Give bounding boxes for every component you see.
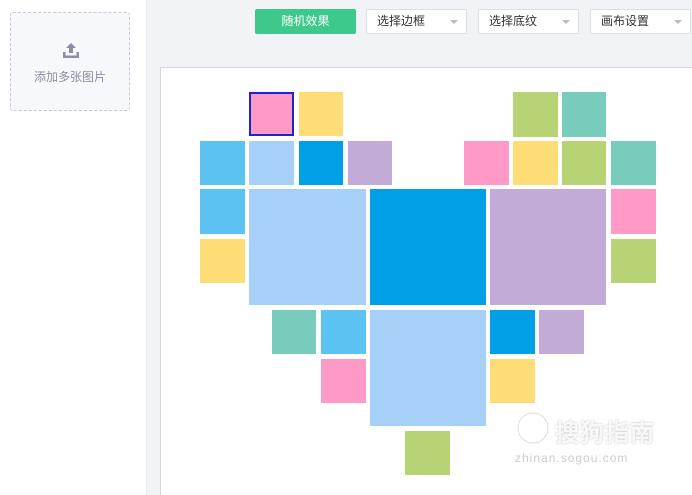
upload-icon — [63, 43, 79, 58]
collage-tile[interactable] — [539, 310, 584, 354]
collage-tile[interactable] — [562, 141, 606, 185]
chevron-down-icon — [450, 20, 458, 24]
collage-tile[interactable] — [370, 189, 486, 305]
border-select[interactable]: 选择边框 — [366, 9, 467, 34]
collage-canvas[interactable] — [160, 67, 692, 495]
collage-tile[interactable] — [348, 141, 392, 185]
main-area: 随机效果 选择边框 选择底纹 画布设置 — [147, 0, 692, 495]
canvas-settings-label: 画布设置 — [601, 14, 650, 28]
collage-tile[interactable] — [321, 310, 366, 354]
collage-tile[interactable] — [249, 92, 294, 136]
collage-tile[interactable] — [405, 431, 450, 475]
collage-tile[interactable] — [299, 141, 343, 185]
collage-tile[interactable] — [321, 359, 366, 403]
collage-tile[interactable] — [562, 92, 606, 137]
collage-tile[interactable] — [200, 189, 245, 234]
collage-tile[interactable] — [200, 141, 245, 185]
border-select-label: 选择边框 — [377, 14, 426, 28]
collage-tile[interactable] — [490, 189, 606, 305]
collage-tile[interactable] — [299, 92, 343, 136]
random-effect-button[interactable]: 随机效果 — [255, 9, 356, 34]
collage-tile[interactable] — [370, 310, 486, 426]
add-images-label: 添加多张图片 — [33, 70, 106, 84]
sidebar: 添加多张图片 — [0, 0, 146, 495]
chevron-down-icon — [674, 20, 682, 24]
collage-tile[interactable] — [249, 141, 294, 185]
collage-tile[interactable] — [490, 310, 535, 354]
canvas-settings-select[interactable]: 画布设置 — [590, 9, 691, 34]
collage-tile[interactable] — [200, 239, 245, 283]
collage-tile[interactable] — [611, 239, 656, 283]
texture-select-label: 选择底纹 — [489, 14, 538, 28]
collage-tile[interactable] — [272, 310, 316, 354]
collage-tile[interactable] — [611, 141, 656, 185]
texture-select[interactable]: 选择底纹 — [478, 9, 579, 34]
app-window: 添加多张图片 随机效果 选择边框 选择底纹 画布设置 搜狗指南 zhinan.s… — [0, 0, 692, 495]
collage-tile[interactable] — [611, 189, 656, 234]
collage-tile[interactable] — [249, 189, 366, 305]
add-images-button[interactable]: 添加多张图片 — [10, 12, 130, 111]
collage-tile[interactable] — [490, 359, 535, 403]
collage-tile[interactable] — [464, 141, 509, 185]
chevron-down-icon — [562, 20, 570, 24]
collage-tile[interactable] — [513, 92, 558, 137]
collage-tile[interactable] — [513, 141, 558, 185]
